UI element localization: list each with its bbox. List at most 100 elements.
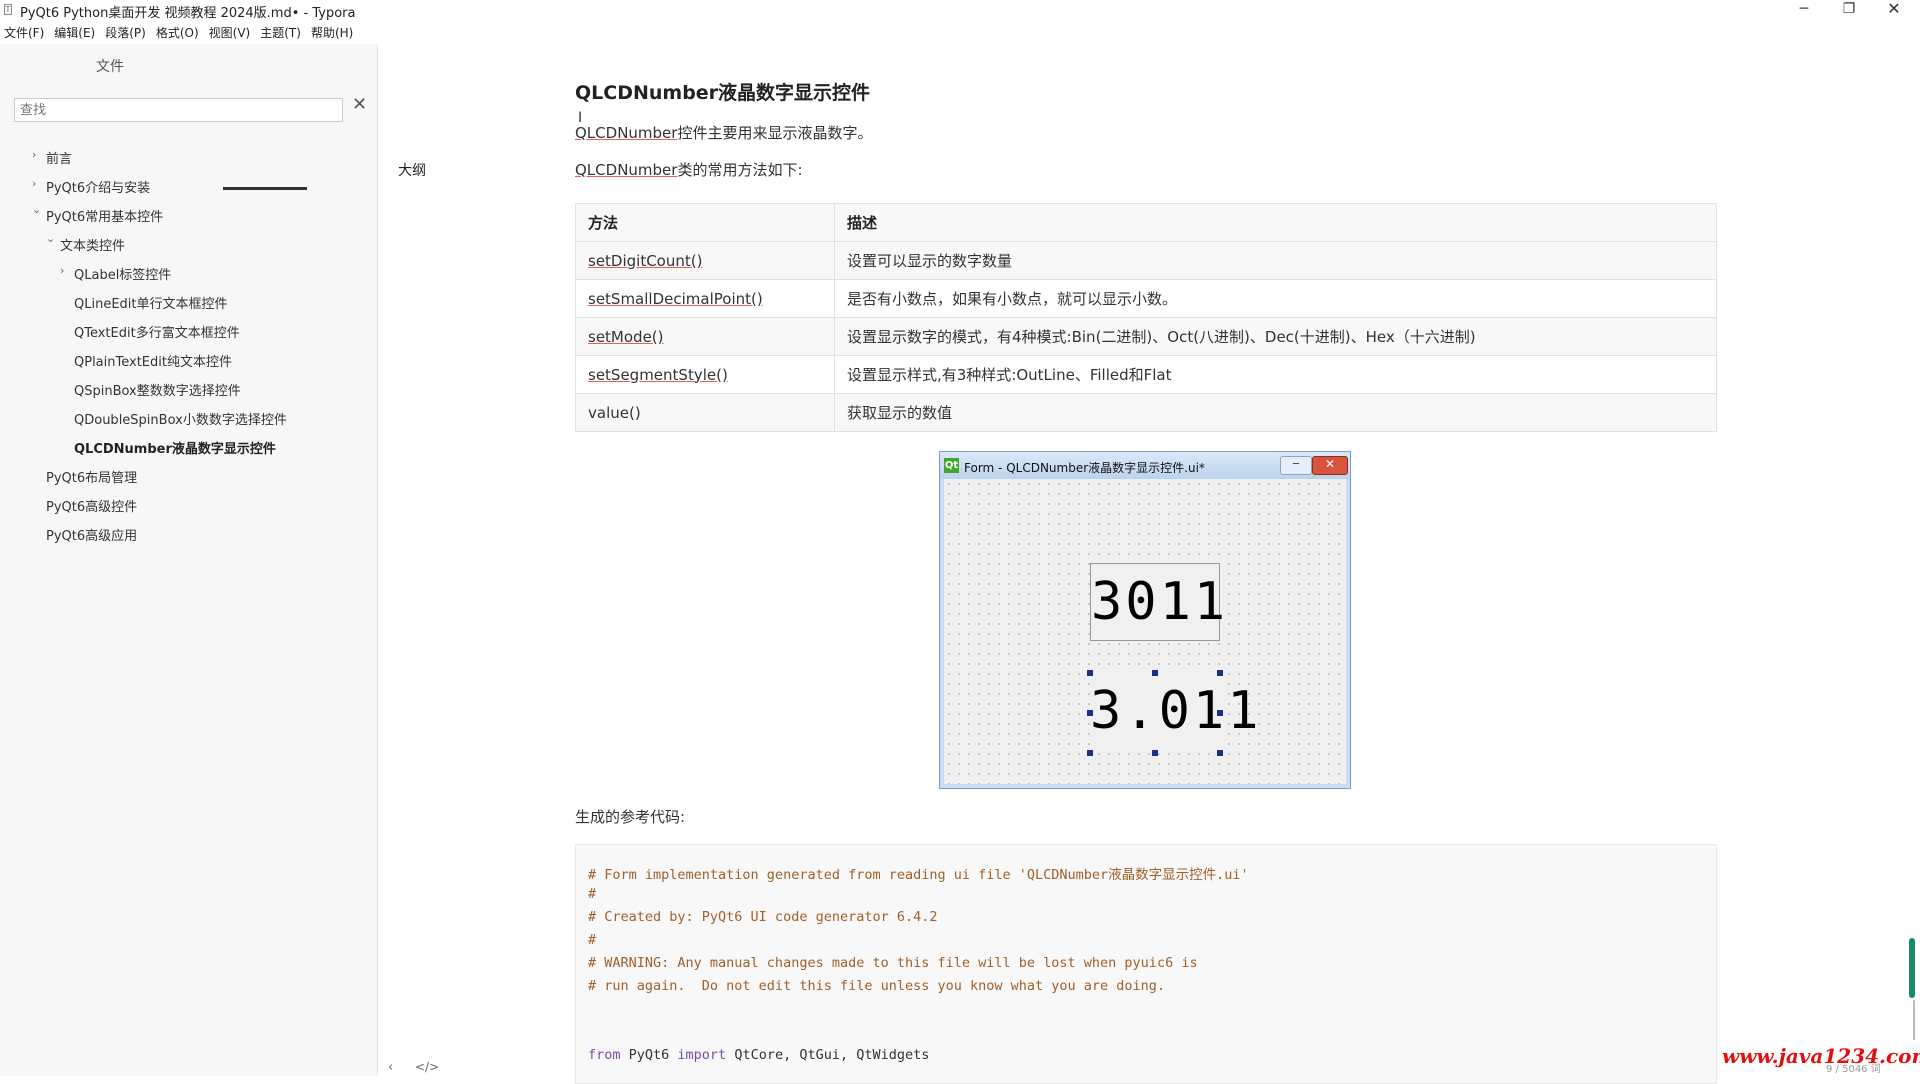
paragraph: QLCDNumber控件主要用来显示液晶数字。 [575,122,872,143]
table-row: setDigitCount() 设置可以显示的数字数量 [575,241,1717,280]
code-caption: 生成的参考代码: [575,808,686,826]
table-row: setMode() 设置显示数字的模式，有4种模式:Bin(二进制)、Oct(八… [575,317,1717,356]
keyword: from [588,1047,621,1063]
selection-handle [1087,670,1093,676]
outline-item[interactable]: ⌄ PyQt6常用基本控件 [32,203,163,225]
outline-item-label: PyQt6介绍与安装 [46,181,151,196]
method-name: value() [588,403,641,422]
outline-item[interactable]: QDoubleSpinBox小数数字选择控件 [74,409,287,428]
chevron-down-icon[interactable]: ⌄ [32,203,41,216]
outline-item-active[interactable]: QLCDNumber液晶数字显示控件 [74,438,276,457]
code-line: # run again. Do not edit this file unles… [588,978,1166,994]
outline-item-label: 文本类控件 [60,239,126,254]
selection-handle [1087,750,1093,756]
outline-item-label: QDoubleSpinBox小数数字选择控件 [74,413,287,428]
table-row: value() 获取显示的数值 [575,393,1717,432]
method-name: setSegmentStyle() [588,365,728,384]
lcd-value: 3011 [1091,572,1229,632]
code-line: # WARNING: Any manual changes made to th… [588,955,1198,971]
outline-item-label: PyQt6高级控件 [46,500,138,515]
window-title: PyQt6 Python桌面开发 视频教程 2024版.md• - Typora [20,6,356,21]
inline-term: QLCDNumber [575,161,678,179]
menu-paragraph[interactable]: 段落(P) [101,22,152,44]
code-line: # Created by: PyQt6 UI code generator 6.… [588,909,938,925]
scrollbar-track[interactable] [1913,1000,1915,1040]
scrollbar-thumb[interactable] [1909,938,1915,998]
tab-files[interactable]: 文件 [70,54,150,80]
chevron-down-icon[interactable]: ⌄ [46,232,55,245]
table-header-row: 方法 描述 [575,203,1717,242]
method-name: setDigitCount() [588,251,703,270]
table-cell-desc: 设置可以显示的数字数量 [834,241,1717,280]
menu-theme[interactable]: 主题(T) [256,22,307,44]
selection-handle [1152,750,1158,756]
imported-names: QtCore, QtGui, QtWidgets [726,1047,930,1063]
outline-item-label: 前言 [46,152,73,167]
source-code-mode-icon[interactable]: </> [415,1060,439,1074]
collapse-sidebar-icon[interactable]: ‹ [388,1060,393,1075]
methods-table: 方法 描述 setDigitCount() 设置可以显示的数字数量 setSma… [575,203,1717,432]
title-bar: T PyQt6 Python桌面开发 视频教程 2024版.md• - Typo… [0,0,1920,21]
close-window-button[interactable]: ✕ [1872,0,1916,20]
paragraph-text: 控件主要用来显示液晶数字。 [677,124,873,142]
menu-view[interactable]: 视图(V) [205,22,257,44]
method-name: setMode() [588,327,664,346]
qt-form-canvas: 3011 3.011 [944,479,1346,784]
qt-window-titlebar: Qt Form - QLCDNumber液晶数字显示控件.ui* ─ ✕ [940,452,1350,479]
outline-item[interactable]: PyQt6高级控件 [46,496,137,515]
outline-item[interactable]: QLineEdit单行文本框控件 [74,293,228,312]
clear-search-icon[interactable]: ✕ [352,94,367,115]
outline-item[interactable]: PyQt6高级应用 [46,525,137,544]
table-cell-desc: 是否有小数点，如果有小数点，就可以显示小数。 [834,279,1717,318]
outline-item-label: QPlainTextEdit纯文本控件 [74,355,232,370]
table-cell-method: setSmallDecimalPoint() [575,279,835,318]
table-cell-desc: 获取显示的数值 [834,393,1717,432]
outline-item[interactable]: QPlainTextEdit纯文本控件 [74,351,232,370]
outline-search-input[interactable] [14,98,343,122]
code-block[interactable]: # Form implementation generated from rea… [575,844,1717,1084]
selection-handle [1217,710,1223,716]
outline-item[interactable]: › PyQt6介绍与安装 [32,177,151,196]
code-line: from PyQt6 import QtCore, QtGui, QtWidge… [588,1047,929,1063]
outline-item[interactable]: PyQt6布局管理 [46,467,137,486]
section-heading: QLCDNumber液晶数字显示控件 [575,82,871,104]
chevron-right-icon[interactable]: › [32,177,36,190]
selection-handle [1152,670,1158,676]
table-header: 方法 [575,203,835,242]
table-cell-desc: 设置显示数字的模式，有4种模式:Bin(二进制)、Oct(八进制)、Dec(十进… [834,317,1717,356]
chevron-right-icon[interactable]: › [60,264,64,277]
outline-item-label: QTextEdit多行富文本框控件 [74,326,240,341]
lcd-number-1: 3011 [1090,563,1229,641]
paragraph-text: 类的常用方法如下: [677,161,803,179]
table-cell-method: value() [575,393,835,432]
qt-logo-icon: Qt [944,458,959,473]
table-row: setSegmentStyle() 设置显示样式,有3种样式:OutLine、F… [575,355,1717,394]
word-count[interactable]: 9 / 5046 词 [1826,1060,1881,1075]
menu-format[interactable]: 格式(O) [152,22,205,44]
paragraph: QLCDNumber类的常用方法如下: [575,159,803,180]
table-cell-method: setDigitCount() [575,241,835,280]
tab-outline[interactable]: 大纲 [223,158,601,190]
outline-item[interactable]: › QLabel标签控件 [60,264,172,283]
restore-button[interactable]: ❐ [1827,0,1871,20]
menu-help[interactable]: 帮助(H) [307,22,359,44]
watermark: www.java1234.com [1722,1044,1920,1068]
minimize-button[interactable]: ─ [1782,0,1826,20]
chevron-right-icon[interactable]: › [32,148,36,161]
outline-item[interactable]: QSpinBox整数数字选择控件 [74,380,241,399]
selection-handle [1217,670,1223,676]
outline-item-label: QLCDNumber液晶数字显示控件 [74,442,276,457]
method-name: setSmallDecimalPoint() [588,289,763,308]
lcd-number-2-selected: 3.011 [1087,670,1262,756]
table-cell-method: setMode() [575,317,835,356]
outline-item[interactable]: ⌄ 文本类控件 [46,232,126,254]
lcd-value: 3.011 [1090,681,1262,741]
outline-item[interactable]: QTextEdit多行富文本框控件 [74,322,240,341]
keyword: import [677,1047,727,1063]
menu-edit[interactable]: 编辑(E) [50,22,101,44]
outline-item-label: QLabel标签控件 [74,268,172,283]
outline-item[interactable]: › 前言 [32,148,73,167]
outline-item-label: PyQt6布局管理 [46,471,138,486]
code-line: # [588,886,597,902]
menu-file[interactable]: 文件(F) [0,22,50,44]
